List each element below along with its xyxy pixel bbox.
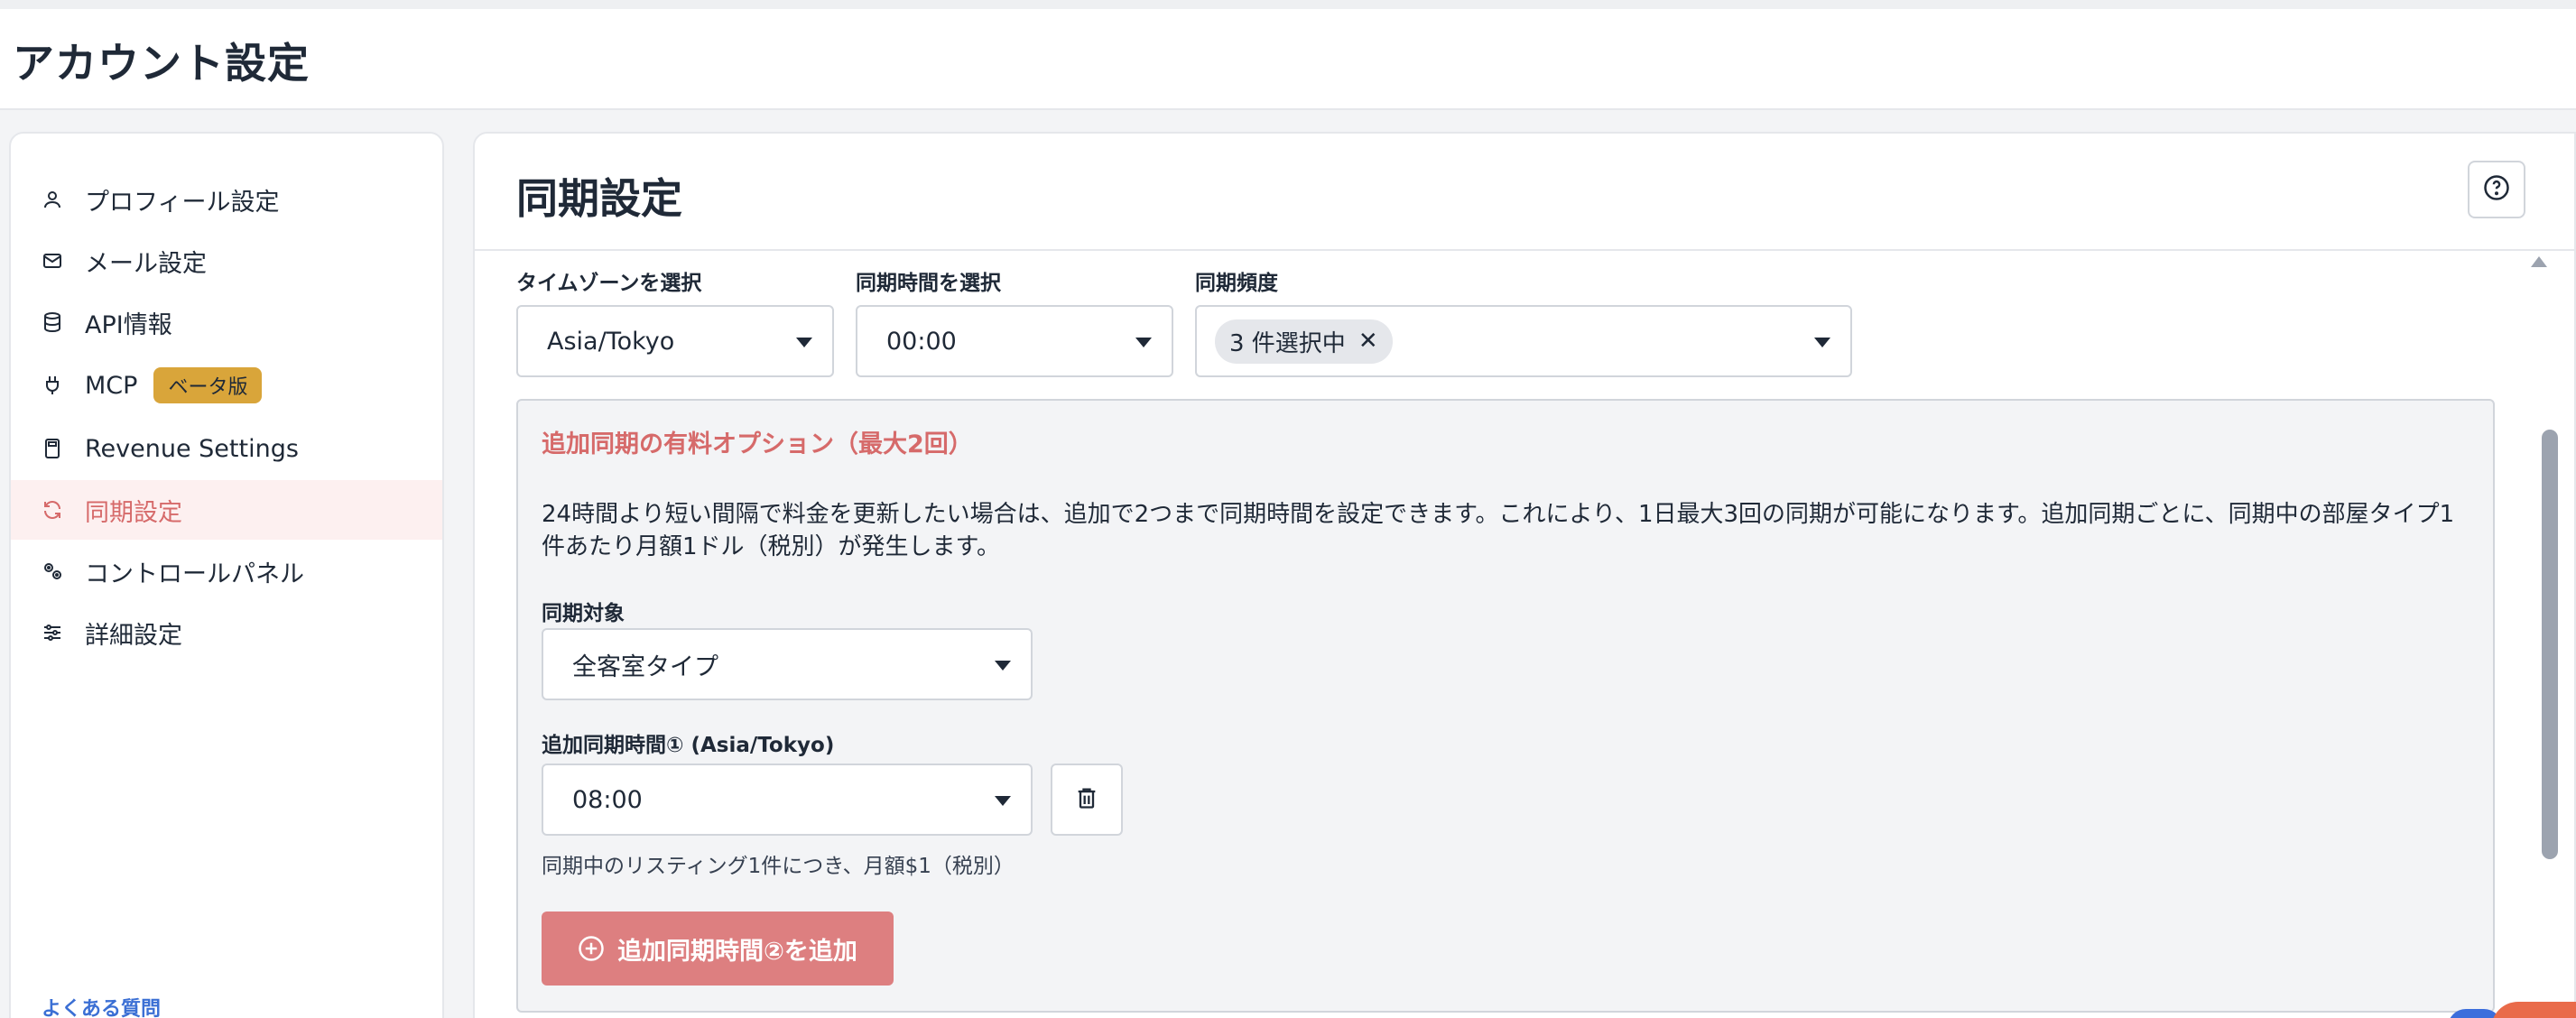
delete-extra-time-button[interactable]: [1051, 764, 1123, 836]
chip-label: 3 件選択中: [1229, 329, 1346, 357]
sidebar-item-label: コントロールパネル: [85, 560, 304, 588]
option-description: 24時間より短い間隔で料金を更新したい場合は、追加で2つまで同期時間を設定できま…: [542, 501, 2455, 560]
sidebar-item-revenue[interactable]: Revenue Settings: [11, 419, 442, 478]
page-title: アカウント設定: [13, 39, 310, 88]
sync-target-value: 全客室タイプ: [572, 652, 718, 681]
sync-time-select[interactable]: 00:00: [856, 305, 1173, 377]
section-title: 同期設定: [516, 174, 682, 223]
sidebar-item-sync[interactable]: 同期設定: [11, 480, 442, 540]
extra-time-value: 08:00: [572, 785, 643, 814]
chip-remove-icon[interactable]: ✕: [1358, 328, 1378, 355]
extra-time-label: 追加同期時間① (Asia/Tokyo): [542, 734, 835, 757]
trash-icon: [1074, 785, 1099, 814]
sidebar-item-label: プロフィール設定: [85, 188, 280, 217]
sync-target-label: 同期対象: [542, 602, 625, 625]
caret-down-icon: [1814, 338, 1830, 347]
sliders-icon: [38, 618, 67, 647]
timezone-label: タイムゾーンを選択: [516, 272, 702, 295]
gears-icon: [38, 557, 67, 586]
sync-time-label: 同期時間を選択: [856, 272, 1001, 295]
scrollbar-thumb[interactable]: [2542, 430, 2558, 859]
scroll-up-arrow[interactable]: [2531, 256, 2547, 267]
database-icon: [38, 308, 67, 337]
refresh-icon: [38, 495, 67, 524]
sidebar-item-advanced[interactable]: 詳細設定: [11, 603, 442, 662]
option-title: 追加同期の有料オプション（最大2回）: [542, 430, 973, 458]
top-strip: [0, 0, 2576, 9]
caret-down-icon: [1135, 338, 1152, 347]
add-extra-time-button[interactable]: 追加同期時間②を追加: [542, 912, 894, 986]
mail-icon: [38, 246, 67, 275]
caret-down-icon: [995, 796, 1011, 806]
plug-icon: [38, 371, 67, 400]
sidebar-item-api[interactable]: API情報: [11, 292, 442, 352]
timezone-value: Asia/Tokyo: [547, 327, 675, 356]
sidebar-item-mcp[interactable]: MCP ベータ版: [11, 356, 442, 415]
frequency-label: 同期頻度: [1195, 272, 1278, 295]
sidebar-item-profile[interactable]: プロフィール設定: [11, 170, 442, 229]
frequency-multiselect[interactable]: 3 件選択中 ✕: [1195, 305, 1852, 377]
sync-target-select[interactable]: 全客室タイプ: [542, 628, 1033, 700]
selected-chip: 3 件選択中 ✕: [1215, 319, 1393, 364]
add-button-label: 追加同期時間②を追加: [617, 937, 857, 966]
faq-link[interactable]: よくある質問: [42, 993, 161, 1018]
help-button[interactable]: [2468, 161, 2525, 218]
sidebar-item-label: Revenue Settings: [85, 434, 299, 463]
page-header: アカウント設定: [0, 9, 2576, 110]
sidebar-item-label: メール設定: [85, 249, 207, 278]
calculator-icon: [38, 434, 67, 463]
user-icon: [38, 185, 67, 214]
caret-down-icon: [995, 661, 1011, 671]
extra-time-select[interactable]: 08:00: [542, 764, 1033, 836]
timezone-select[interactable]: Asia/Tokyo: [516, 305, 834, 377]
help-circle-icon: [2483, 174, 2510, 205]
plus-circle-icon: [578, 935, 605, 962]
sidebar-item-label: MCP: [85, 371, 138, 400]
caret-down-icon: [796, 338, 812, 347]
title-divider: [475, 249, 2576, 251]
sidebar: プロフィール設定 メール設定 API情報 MCP ベータ版 Revenue Se…: [9, 132, 444, 1018]
sidebar-item-label: 同期設定: [85, 498, 182, 527]
sidebar-item-control-panel[interactable]: コントロールパネル: [11, 541, 442, 601]
main-panel: 同期設定 タイムゾーンを選択 Asia/Tokyo 同期時間を選択 00:00 …: [473, 132, 2576, 1018]
pricing-note: 同期中のリスティング1件につき、月額$1（税別）: [542, 855, 1015, 878]
sidebar-item-label: API情報: [85, 310, 172, 339]
sidebar-item-label: 詳細設定: [85, 621, 182, 650]
paid-option-box: 追加同期の有料オプション（最大2回） 24時間より短い間隔で料金を更新したい場合…: [516, 399, 2495, 1013]
sync-time-value: 00:00: [886, 327, 957, 356]
sidebar-item-mail[interactable]: メール設定: [11, 231, 442, 291]
beta-badge: ベータ版: [153, 367, 263, 403]
